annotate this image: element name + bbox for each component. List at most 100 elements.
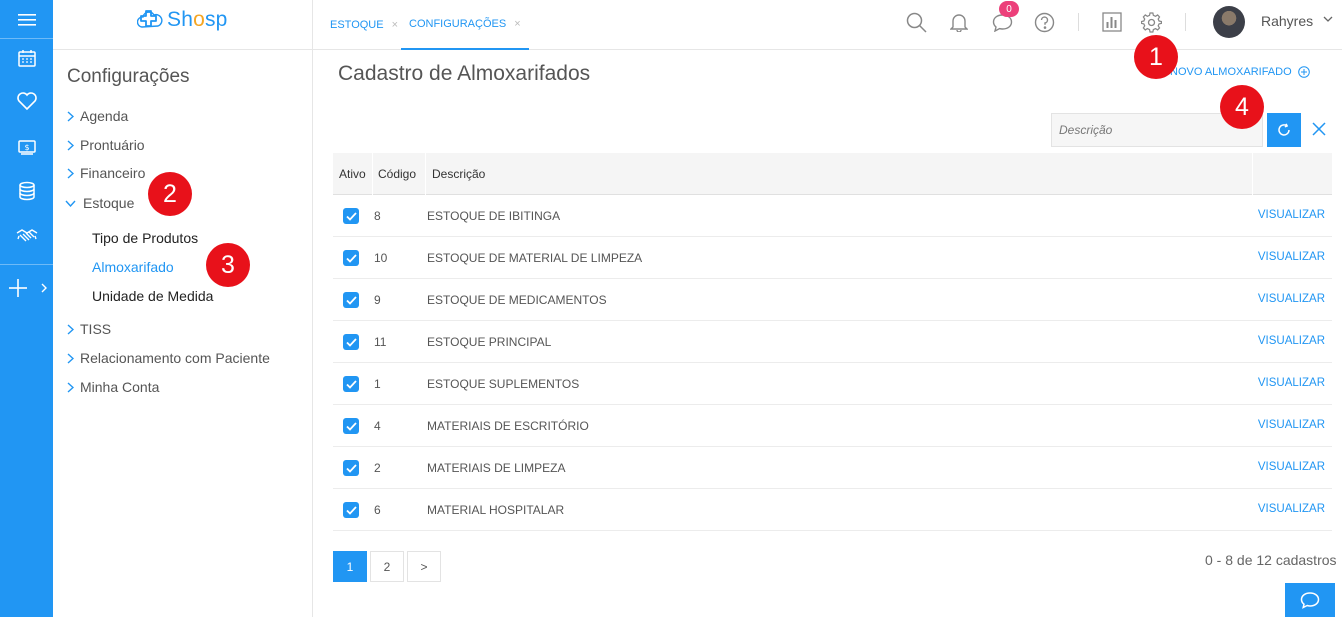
notification-badge: 0 — [999, 1, 1019, 17]
chat-support-button[interactable] — [1285, 583, 1335, 617]
marker-4: 4 — [1220, 85, 1264, 129]
row-description: MATERIAL HOSPITALAR — [427, 503, 565, 517]
header-divider — [1185, 13, 1186, 31]
new-almoxarifado-button[interactable]: NOVO ALMOXARIFADO — [1170, 66, 1310, 78]
sidebar-item-agenda[interactable]: Agenda — [63, 106, 128, 126]
view-link[interactable]: VISUALIZAR — [1258, 461, 1325, 473]
table-row: 1 ESTOQUE SUPLEMENTOS VISUALIZAR — [333, 363, 1332, 405]
active-checkbox[interactable] — [343, 376, 359, 392]
sidebar-item-estoque[interactable]: Estoque — [63, 193, 134, 213]
view-link[interactable]: VISUALIZAR — [1258, 377, 1325, 389]
app-logo[interactable]: Shosp — [137, 8, 228, 32]
check-icon — [345, 211, 357, 221]
view-link[interactable]: VISUALIZAR — [1258, 503, 1325, 515]
active-checkbox[interactable] — [343, 292, 359, 308]
chevron-right-icon — [63, 139, 77, 151]
avatar[interactable] — [1213, 6, 1245, 38]
app-rail: $ — [0, 0, 53, 617]
refresh-button[interactable] — [1267, 113, 1301, 147]
chart-icon[interactable] — [1100, 10, 1124, 34]
user-name[interactable]: Rahyres — [1261, 13, 1313, 29]
header-divider — [1078, 13, 1079, 31]
sidebar-item-prontuario[interactable]: Prontuário — [63, 135, 145, 155]
active-checkbox[interactable] — [343, 208, 359, 224]
menu-icon[interactable] — [0, 0, 53, 40]
check-icon — [345, 253, 357, 263]
active-checkbox[interactable] — [343, 250, 359, 266]
heart-icon[interactable] — [0, 81, 53, 121]
search-icon[interactable] — [904, 10, 928, 34]
view-link[interactable]: VISUALIZAR — [1258, 251, 1325, 263]
almoxarifados-table: Ativo Código Descrição 8 ESTOQUE DE IBITI… — [333, 153, 1332, 531]
sidebar-subitem-unidade-de-medida[interactable]: Unidade de Medida — [92, 286, 213, 306]
help-icon[interactable] — [1032, 10, 1056, 34]
handshake-icon[interactable] — [0, 216, 53, 256]
table-row: 6 MATERIAL HOSPITALAR VISUALIZAR — [333, 489, 1332, 531]
column-header-codigo[interactable]: Código — [378, 167, 416, 181]
calendar-icon[interactable] — [0, 38, 53, 78]
close-icon[interactable]: × — [514, 18, 520, 30]
chevron-right-icon — [63, 381, 77, 393]
active-checkbox[interactable] — [343, 334, 359, 350]
money-icon[interactable]: $ — [0, 127, 53, 167]
plus-icon[interactable] — [0, 268, 36, 308]
chevron-right-icon[interactable] — [34, 268, 53, 308]
page-1-button[interactable]: 1 — [333, 551, 367, 582]
sidebar-item-label: Estoque — [83, 195, 135, 211]
row-code: 10 — [374, 251, 388, 265]
tab-estoque[interactable]: ESTOQUE × — [330, 0, 398, 50]
new-button-label: NOVO ALMOXARIFADO — [1170, 66, 1292, 78]
row-code: 9 — [374, 293, 381, 307]
table-row: 8 ESTOQUE DE IBITINGA VISUALIZAR — [333, 195, 1332, 237]
chevron-down-icon[interactable] — [1323, 14, 1333, 24]
check-icon — [345, 463, 357, 473]
sidebar-item-label: Relacionamento com Paciente — [80, 350, 270, 366]
tab-label: CONFIGURAÇÕES — [409, 18, 507, 30]
row-description: MATERIAIS DE ESCRITÓRIO — [427, 419, 589, 433]
table-row: 2 MATERIAIS DE LIMPEZA VISUALIZAR — [333, 447, 1332, 489]
sidebar-item-relacionamento[interactable]: Relacionamento com Paciente — [63, 348, 270, 368]
clear-search-button[interactable] — [1308, 118, 1330, 140]
refresh-icon — [1278, 123, 1290, 136]
view-link[interactable]: VISUALIZAR — [1258, 419, 1325, 431]
column-header-descricao[interactable]: Descrição — [432, 167, 485, 181]
close-icon[interactable]: × — [392, 19, 398, 31]
view-link[interactable]: VISUALIZAR — [1258, 293, 1325, 305]
database-icon[interactable] — [0, 171, 53, 211]
tab-configuracoes[interactable]: CONFIGURAÇÕES × — [401, 0, 529, 50]
row-code: 6 — [374, 503, 381, 517]
active-checkbox[interactable] — [343, 460, 359, 476]
next-page-button[interactable]: > — [407, 551, 441, 582]
settings-sidebar: Configurações Agenda Prontuário Financei… — [53, 50, 313, 617]
records-count: 0 - 8 de 12 cadastros — [1205, 552, 1337, 568]
view-link[interactable]: VISUALIZAR — [1258, 335, 1325, 347]
sidebar-subitem-almoxarifado[interactable]: Almoxarifado — [92, 257, 174, 277]
pagination: 1 2 > — [333, 551, 444, 582]
row-description: ESTOQUE DE IBITINGA — [427, 209, 561, 223]
sidebar-item-tiss[interactable]: TISS — [63, 319, 111, 339]
page-2-button[interactable]: 2 — [370, 551, 404, 582]
bell-icon[interactable] — [947, 10, 971, 34]
row-code: 4 — [374, 419, 381, 433]
sidebar-subitem-tipo-de-produtos[interactable]: Tipo de Produtos — [92, 228, 198, 248]
check-icon — [345, 421, 357, 431]
check-icon — [345, 337, 357, 347]
close-icon — [1312, 122, 1326, 136]
check-icon — [345, 379, 357, 389]
column-header-ativo[interactable]: Ativo — [339, 167, 366, 181]
active-checkbox[interactable] — [343, 502, 359, 518]
sidebar-item-financeiro[interactable]: Financeiro — [63, 163, 145, 183]
chevron-down-icon — [63, 200, 77, 207]
gear-icon[interactable] — [1139, 10, 1163, 34]
active-checkbox[interactable] — [343, 418, 359, 434]
marker-3: 3 — [206, 243, 250, 287]
app-logo-text: Shosp — [167, 8, 228, 31]
add-circle-icon — [1297, 66, 1310, 78]
marker-2: 2 — [148, 172, 192, 216]
topbar-divider — [312, 0, 313, 50]
tab-label: ESTOQUE — [330, 19, 384, 31]
view-link[interactable]: VISUALIZAR — [1258, 209, 1325, 221]
row-description: ESTOQUE DE MATERIAL DE LIMPEZA — [427, 251, 643, 265]
sidebar-item-minha-conta[interactable]: Minha Conta — [63, 377, 159, 397]
row-code: 8 — [374, 209, 381, 223]
